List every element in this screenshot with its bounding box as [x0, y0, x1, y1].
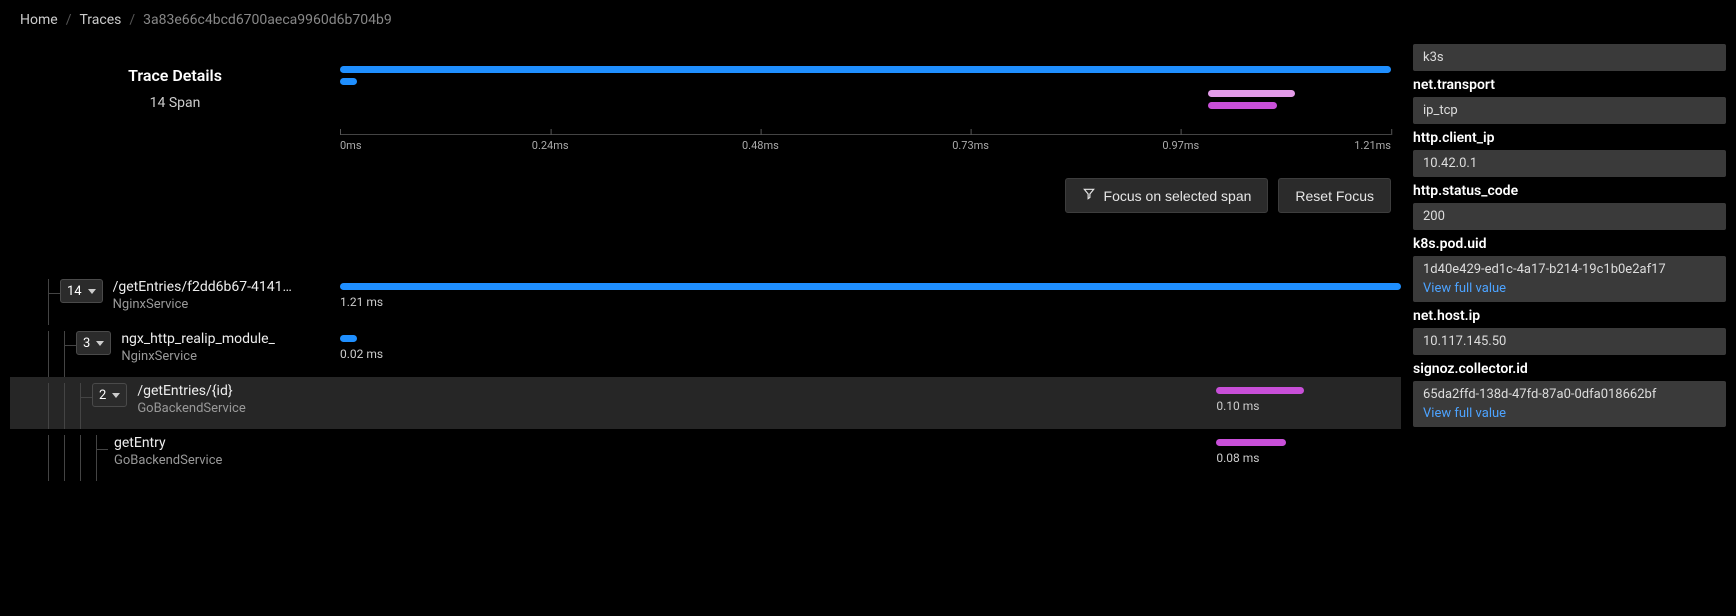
span-duration: 0.02 ms: [340, 347, 383, 361]
page-title: Trace Details: [10, 66, 340, 85]
axis-tick-label: 0.73ms: [952, 139, 989, 152]
tag-block: k3s: [1413, 44, 1726, 71]
tag-value: 1d40e429-ed1c-4a17-b214-19c1b0e2af17View…: [1413, 256, 1726, 302]
span-count: 14 Span: [10, 95, 340, 111]
span-service: NginxService: [113, 297, 293, 312]
span-labels: ngx_http_realip_module_ NginxService: [121, 331, 275, 364]
tag-block: net.host.ip 10.117.145.50: [1413, 308, 1726, 355]
span-bar[interactable]: [1216, 439, 1286, 446]
focus-selected-button[interactable]: Focus on selected span: [1065, 178, 1269, 213]
span-name: getEntry: [114, 435, 222, 451]
span-row-gutter: 3 ngx_http_realip_module_ NginxService: [10, 325, 340, 377]
span-name: ngx_http_realip_module_: [121, 331, 275, 347]
span-row-gutter: getEntry GoBackendService: [10, 429, 340, 481]
chevron-down-icon: [112, 393, 120, 398]
tag-key: http.status_code: [1413, 183, 1726, 199]
span-row-gutter: 2/getEntries/{id} GoBackendService: [10, 377, 340, 429]
span-row[interactable]: 2/getEntries/{id} GoBackendService 0.10 ms: [10, 377, 1401, 429]
reset-focus-button[interactable]: Reset Focus: [1278, 178, 1391, 213]
axis-tick-label: 1.21ms: [1354, 139, 1391, 152]
overview-span-bar[interactable]: [1208, 90, 1295, 97]
span-row[interactable]: getEntry GoBackendService 0.08 ms: [10, 429, 1401, 481]
expand-toggle[interactable]: 2: [92, 383, 127, 407]
tag-key: net.host.ip: [1413, 308, 1726, 324]
tag-block: http.status_code 200: [1413, 183, 1726, 230]
tag-value: ip_tcp: [1413, 97, 1726, 124]
expand-toggle[interactable]: 14: [60, 279, 103, 303]
span-service: GoBackendService: [137, 401, 245, 416]
span-name: /getEntries/{id}: [137, 383, 245, 399]
span-duration: 1.21 ms: [340, 295, 383, 309]
tag-value: 10.117.145.50: [1413, 328, 1726, 355]
filter-icon: [1082, 187, 1096, 204]
span-timeline: 1.21 ms: [340, 273, 1401, 325]
reset-focus-label: Reset Focus: [1295, 188, 1374, 204]
span-service: GoBackendService: [114, 453, 222, 468]
axis-tick: 1.21ms: [1354, 135, 1391, 148]
time-axis: 0ms 0.24ms 0.48ms 0.73ms 0.97ms 1.21ms: [340, 134, 1391, 164]
span-timeline: 0.10 ms: [340, 377, 1401, 429]
axis-tick: 0.73ms: [952, 135, 989, 148]
span-row[interactable]: 3 ngx_http_realip_module_ NginxService 0.02…: [10, 325, 1401, 377]
overview-chart[interactable]: [340, 66, 1391, 126]
axis-tick-label: 0ms: [340, 139, 362, 152]
span-labels: /getEntries/{id} GoBackendService: [137, 383, 245, 416]
tag-block: net.transport ip_tcp: [1413, 77, 1726, 124]
span-bar[interactable]: [340, 335, 357, 342]
span-bar[interactable]: [1216, 387, 1304, 394]
tag-block: k8s.pod.uid 1d40e429-ed1c-4a17-b214-19c1b…: [1413, 236, 1726, 302]
axis-tick-label: 0.24ms: [532, 139, 569, 152]
child-count: 3: [83, 336, 90, 351]
tag-value: 65da2ffd-138d-47fd-87a0-0dfa018662bfView…: [1413, 381, 1726, 427]
axis-tick: 0.48ms: [742, 135, 779, 148]
breadcrumb-sep: /: [129, 12, 135, 28]
focus-selected-label: Focus on selected span: [1104, 188, 1252, 204]
tag-block: http.client_ip 10.42.0.1: [1413, 130, 1726, 177]
chevron-down-icon: [88, 289, 96, 294]
breadcrumb-sep: /: [66, 12, 72, 28]
span-labels: /getEntries/f2dd6b67-4141-… NginxService: [113, 279, 293, 312]
span-tree: 14/getEntries/f2dd6b67-4141-… NginxServic…: [10, 273, 1401, 481]
child-count: 14: [67, 284, 82, 299]
tag-block: signoz.collector.id 65da2ffd-138d-47fd-87…: [1413, 361, 1726, 427]
overview-span-bar[interactable]: [340, 66, 1391, 73]
span-duration: 0.08 ms: [1216, 451, 1259, 465]
view-full-value-link[interactable]: View full value: [1423, 281, 1716, 296]
breadcrumb-trace-id: 3a83e66c4bcd6700aeca9960d6b704b9: [143, 12, 392, 28]
span-timeline: 0.08 ms: [340, 429, 1401, 481]
axis-tick-label: 0.48ms: [742, 139, 779, 152]
tag-value: 10.42.0.1: [1413, 150, 1726, 177]
tags-panel: k3s net.transport ip_tcp http.client_ip 10.4…: [1401, 44, 1726, 616]
tag-value: k3s: [1413, 44, 1726, 71]
span-row[interactable]: 14/getEntries/f2dd6b67-4141-… NginxServic…: [10, 273, 1401, 325]
breadcrumb-traces[interactable]: Traces: [79, 12, 121, 28]
tag-key: net.transport: [1413, 77, 1726, 93]
overview-span-bar[interactable]: [340, 78, 357, 85]
span-duration: 0.10 ms: [1216, 399, 1259, 413]
expand-toggle[interactable]: 3: [76, 331, 111, 355]
overview-span-bar[interactable]: [1208, 102, 1277, 109]
span-labels: getEntry GoBackendService: [114, 435, 222, 468]
axis-tick: 0.97ms: [1162, 135, 1199, 148]
chevron-down-icon: [96, 341, 104, 346]
breadcrumb: Home / Traces / 3a83e66c4bcd6700aeca9960…: [10, 0, 1726, 44]
tag-key: http.client_ip: [1413, 130, 1726, 146]
axis-tick: 0.24ms: [532, 135, 569, 148]
tag-key: k8s.pod.uid: [1413, 236, 1726, 252]
axis-tick-label: 0.97ms: [1162, 139, 1199, 152]
span-row-gutter: 14/getEntries/f2dd6b67-4141-… NginxServic…: [10, 273, 340, 325]
span-bar[interactable]: [340, 283, 1401, 290]
span-service: NginxService: [121, 349, 275, 364]
tag-value: 200: [1413, 203, 1726, 230]
axis-tick: 0ms: [340, 135, 362, 148]
span-timeline: 0.02 ms: [340, 325, 1401, 377]
span-name: /getEntries/f2dd6b67-4141-…: [113, 279, 293, 295]
tag-key: signoz.collector.id: [1413, 361, 1726, 377]
breadcrumb-home[interactable]: Home: [20, 12, 58, 28]
view-full-value-link[interactable]: View full value: [1423, 406, 1716, 421]
child-count: 2: [99, 388, 106, 403]
